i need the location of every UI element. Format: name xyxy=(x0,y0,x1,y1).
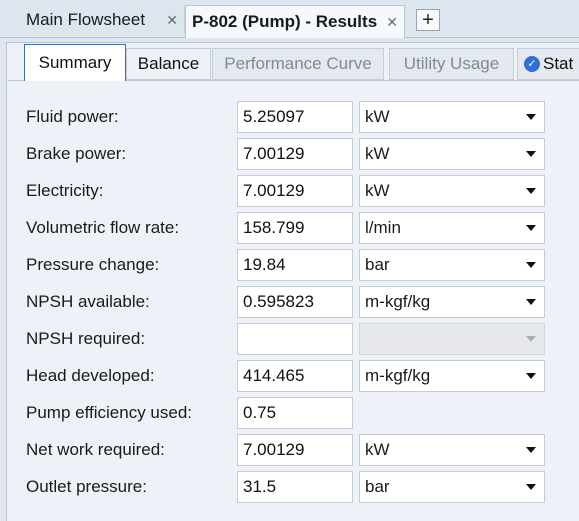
electricity-value[interactable]: 7.00129 xyxy=(237,175,353,207)
electricity-unit-select[interactable]: kW xyxy=(359,175,545,207)
pressure-change-unit-select[interactable]: bar xyxy=(359,249,545,281)
tab-balance[interactable]: Balance xyxy=(126,48,211,80)
unit-label: m-kgf/kg xyxy=(365,292,431,311)
check-circle-icon: ✓ xyxy=(524,56,540,72)
tab-balance-label: Balance xyxy=(137,54,200,73)
plus-icon: + xyxy=(422,9,434,31)
tab-pump-results[interactable]: P-802 (Pump) - Results ✕ xyxy=(185,5,405,38)
field-label: Volumetric flow rate: xyxy=(26,218,180,237)
chevron-down-icon xyxy=(526,484,536,490)
volumetric-flow-rate-unit-select[interactable]: l/min xyxy=(359,212,545,244)
tab-status[interactable]: ✓ Stat xyxy=(517,48,579,80)
chevron-down-icon xyxy=(526,447,536,453)
net-work-required-value[interactable]: 7.00129 xyxy=(237,434,353,466)
unit-label: l/min xyxy=(365,218,401,237)
fluid-power-unit-select[interactable]: kW xyxy=(359,101,545,133)
chevron-down-icon xyxy=(526,336,536,342)
close-icon[interactable]: ✕ xyxy=(166,12,178,29)
brake-power-value[interactable]: 7.00129 xyxy=(237,138,353,170)
field-label: Net work required: xyxy=(26,440,165,459)
tab-summary[interactable]: Summary xyxy=(24,44,126,81)
pump-efficiency-value[interactable]: 0.75 xyxy=(237,397,353,429)
tab-performance-curve[interactable]: Performance Curve xyxy=(212,48,384,80)
row-npsh-required: NPSH required: xyxy=(8,323,579,356)
npsh-required-value[interactable] xyxy=(237,323,353,355)
field-label: Brake power: xyxy=(26,144,127,163)
unit-label: bar xyxy=(365,477,390,496)
chevron-down-icon xyxy=(526,151,536,157)
tab-label: Main Flowsheet xyxy=(26,10,146,29)
unit-label: kW xyxy=(365,144,390,163)
field-label: Electricity: xyxy=(26,181,104,200)
tab-label: P-802 (Pump) - Results xyxy=(192,12,378,31)
row-pressure-change: Pressure change: 19.84 bar xyxy=(8,249,579,282)
row-npsh-available: NPSH available: 0.595823 m-kgf/kg xyxy=(8,286,579,319)
npsh-available-value[interactable]: 0.595823 xyxy=(237,286,353,318)
row-brake-power: Brake power: 7.00129 kW xyxy=(8,138,579,171)
unit-label: m-kgf/kg xyxy=(365,366,431,385)
field-label: Pump efficiency used: xyxy=(26,403,192,422)
unit-label: bar xyxy=(365,255,390,274)
row-outlet-pressure: Outlet pressure: 31.5 bar xyxy=(8,471,579,504)
chevron-down-icon xyxy=(526,225,536,231)
outlet-pressure-unit-select[interactable]: bar xyxy=(359,471,545,503)
field-label: Pressure change: xyxy=(26,255,160,274)
head-developed-unit-select[interactable]: m-kgf/kg xyxy=(359,360,545,392)
fluid-power-value[interactable]: 5.25097 xyxy=(237,101,353,133)
tab-summary-label: Summary xyxy=(38,53,112,72)
npsh-required-unit-select xyxy=(359,323,545,355)
tab-status-label: Stat xyxy=(543,54,574,73)
chevron-down-icon xyxy=(526,188,536,194)
pressure-change-value[interactable]: 19.84 xyxy=(237,249,353,281)
field-label: NPSH required: xyxy=(26,329,146,348)
unit-label: kW xyxy=(365,181,390,200)
tab-performance-curve-label: Performance Curve xyxy=(224,54,372,73)
close-icon[interactable]: ✕ xyxy=(386,14,398,31)
field-label: NPSH available: xyxy=(26,292,150,311)
row-head-developed: Head developed: 414.465 m-kgf/kg xyxy=(8,360,579,393)
npsh-available-unit-select[interactable]: m-kgf/kg xyxy=(359,286,545,318)
results-tab-strip: Summary Balance Performance Curve Utilit… xyxy=(6,44,579,81)
row-electricity: Electricity: 7.00129 kW xyxy=(8,175,579,208)
tab-utility-usage-label: Utility Usage xyxy=(403,54,500,73)
head-developed-value[interactable]: 414.465 xyxy=(237,360,353,392)
unit-label: kW xyxy=(365,440,390,459)
volumetric-flow-rate-value[interactable]: 158.799 xyxy=(237,212,353,244)
row-net-work-required: Net work required: 7.00129 kW xyxy=(8,434,579,467)
field-label: Fluid power: xyxy=(26,107,119,126)
field-label: Outlet pressure: xyxy=(26,477,147,496)
net-work-required-unit-select[interactable]: kW xyxy=(359,434,545,466)
row-fluid-power: Fluid power: 5.25097 kW xyxy=(8,101,579,134)
brake-power-unit-select[interactable]: kW xyxy=(359,138,545,170)
tab-utility-usage[interactable]: Utility Usage xyxy=(389,48,514,80)
chevron-down-icon xyxy=(526,299,536,305)
summary-form: Fluid power: 5.25097 kW Brake power: 7.0… xyxy=(8,80,579,521)
chevron-down-icon xyxy=(526,114,536,120)
field-label: Head developed: xyxy=(26,366,155,385)
outlet-pressure-value[interactable]: 31.5 xyxy=(237,471,353,503)
tab-main-flowsheet[interactable]: Main Flowsheet ✕ xyxy=(20,6,185,34)
chevron-down-icon xyxy=(526,373,536,379)
document-tab-bar: Main Flowsheet ✕ P-802 (Pump) - Results … xyxy=(0,0,579,38)
add-tab-button[interactable]: + xyxy=(416,9,440,31)
chevron-down-icon xyxy=(526,262,536,268)
row-pump-efficiency: Pump efficiency used: 0.75 xyxy=(8,397,579,430)
unit-label: kW xyxy=(365,107,390,126)
row-volumetric-flow-rate: Volumetric flow rate: 158.799 l/min xyxy=(8,212,579,245)
